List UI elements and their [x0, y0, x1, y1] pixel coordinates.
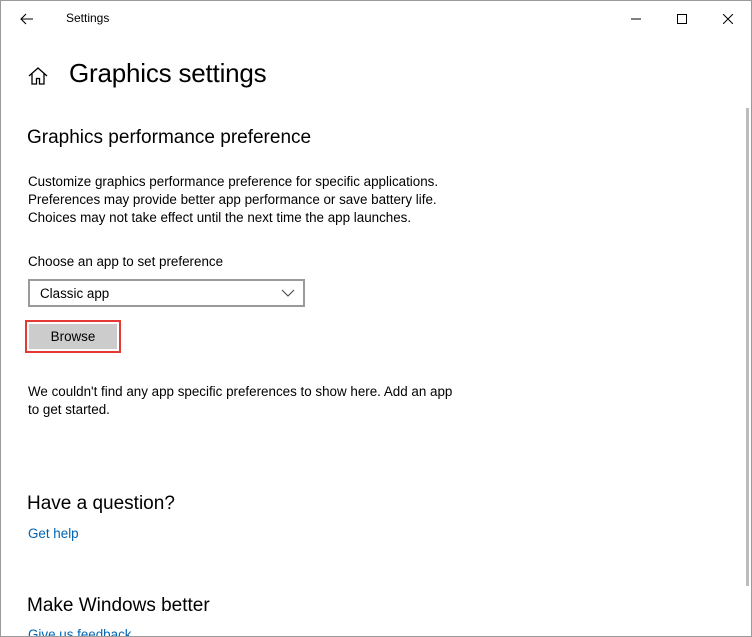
empty-message-line-1: We couldn't find any app specific prefer…: [28, 384, 453, 399]
choose-app-label: Choose an app to set preference: [28, 254, 224, 269]
section-heading-performance: Graphics performance preference: [27, 127, 312, 148]
description-line-2: Preferences may provide better app perfo…: [28, 192, 437, 207]
title-bar: Settings: [1, 1, 751, 37]
chevron-down-icon: [281, 289, 295, 297]
scrollbar-thumb[interactable]: [746, 108, 749, 586]
maximize-button[interactable]: [659, 1, 705, 37]
settings-window: Settings Graphics settings Graphics perf…: [0, 0, 752, 637]
section-heading-question: Have a question?: [27, 493, 175, 514]
back-button[interactable]: [11, 5, 43, 33]
give-feedback-link[interactable]: Give us feedback: [28, 627, 131, 636]
description-line-1: Customize graphics performance preferenc…: [28, 174, 439, 189]
minimize-button[interactable]: [613, 1, 659, 37]
close-icon: [723, 14, 733, 24]
close-button[interactable]: [705, 1, 751, 37]
scrollbar[interactable]: [745, 37, 751, 636]
minimize-icon: [631, 18, 641, 20]
maximize-icon: [677, 14, 687, 24]
window-title: Settings: [66, 11, 110, 25]
home-icon[interactable]: [27, 65, 49, 87]
page-title: Graphics settings: [69, 58, 267, 88]
get-help-link[interactable]: Get help: [28, 526, 79, 541]
browse-button[interactable]: Browse: [29, 324, 117, 349]
back-arrow-icon: [20, 13, 33, 25]
description-line-3: Choices may not take effect until the ne…: [28, 210, 412, 225]
app-type-dropdown[interactable]: Classic app: [28, 279, 305, 307]
app-type-selected: Classic app: [40, 286, 110, 301]
section-heading-feedback: Make Windows better: [27, 595, 210, 616]
empty-message-line-2: to get started.: [28, 402, 110, 417]
